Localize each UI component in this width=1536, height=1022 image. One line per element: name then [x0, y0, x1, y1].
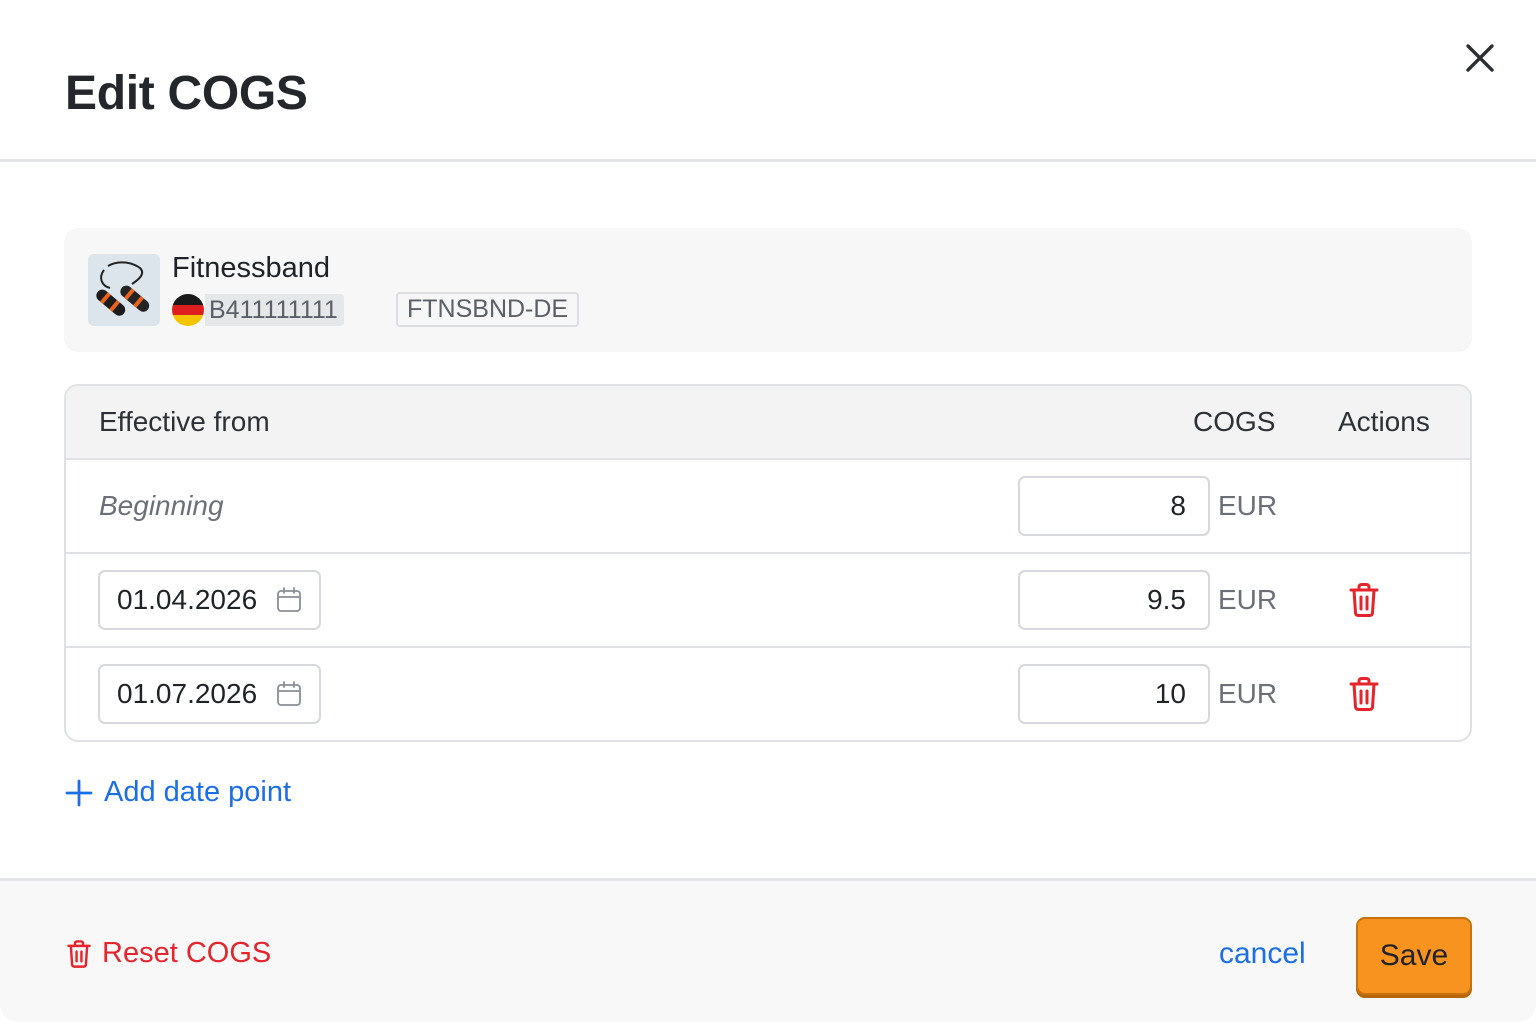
calendar-icon[interactable]	[275, 586, 303, 614]
cogs-value-input[interactable]: 10	[1018, 664, 1210, 724]
delete-row-button[interactable]	[1344, 674, 1384, 714]
trash-icon	[67, 939, 91, 968]
product-name: Fitnessband	[172, 252, 330, 284]
date-value: 01.04.2026	[117, 584, 258, 615]
column-header-cogs: COGS	[1193, 406, 1276, 437]
reset-cogs-button[interactable]: Reset COGS	[66, 937, 271, 970]
save-button[interactable]: Save	[1356, 917, 1472, 995]
plus-icon	[64, 778, 94, 808]
currency-unit: EUR	[1218, 678, 1278, 709]
add-date-point-label: Add date point	[104, 776, 292, 808]
dialog-header: Edit COGS	[0, 0, 1536, 162]
date-picker-input[interactable]: 01.04.2026	[98, 570, 322, 630]
table-row: 01.07.2026 10 EUR	[66, 648, 1470, 740]
add-date-point-button[interactable]: Add date point	[64, 776, 291, 809]
cogs-value-input[interactable]: 8	[1018, 476, 1210, 536]
column-header-effective-from: Effective from	[99, 406, 270, 437]
edit-cogs-dialog: Edit COGS Fitnessband B411111111 FTNSBND…	[0, 0, 1536, 1022]
beginning-label: Beginning	[99, 490, 224, 521]
column-header-actions: Actions	[1338, 406, 1430, 437]
table-row: 01.04.2026 9.5 EUR	[66, 554, 1470, 648]
product-thumbnail	[88, 254, 160, 326]
close-icon	[1466, 44, 1494, 72]
calendar-icon[interactable]	[275, 680, 303, 708]
delete-row-button[interactable]	[1344, 580, 1384, 620]
date-value: 01.07.2026	[117, 678, 258, 709]
table-header: Effective from COGS Actions	[66, 386, 1470, 460]
date-picker-input[interactable]: 01.07.2026	[98, 664, 322, 724]
cancel-button[interactable]: cancel	[1219, 937, 1306, 971]
asin-badge: B411111111	[205, 294, 344, 326]
close-button[interactable]	[1458, 36, 1502, 80]
dialog-footer: Reset COGS cancel Save	[0, 878, 1536, 1022]
germany-flag-icon	[172, 294, 204, 326]
reset-cogs-label: Reset COGS	[102, 937, 272, 969]
trash-icon	[1349, 677, 1379, 711]
table-row: Beginning 8 EUR	[66, 460, 1470, 554]
trash-icon	[1349, 583, 1379, 617]
product-card: Fitnessband B411111111 FTNSBND-DE	[64, 228, 1472, 352]
sku-badge: FTNSBND-DE	[396, 292, 580, 327]
currency-unit: EUR	[1218, 584, 1278, 615]
dialog-title: Edit COGS	[65, 67, 308, 120]
cogs-table: Effective from COGS Actions Beginning 8 …	[64, 384, 1472, 742]
cogs-value-input[interactable]: 9.5	[1018, 570, 1210, 630]
currency-unit: EUR	[1218, 490, 1278, 521]
